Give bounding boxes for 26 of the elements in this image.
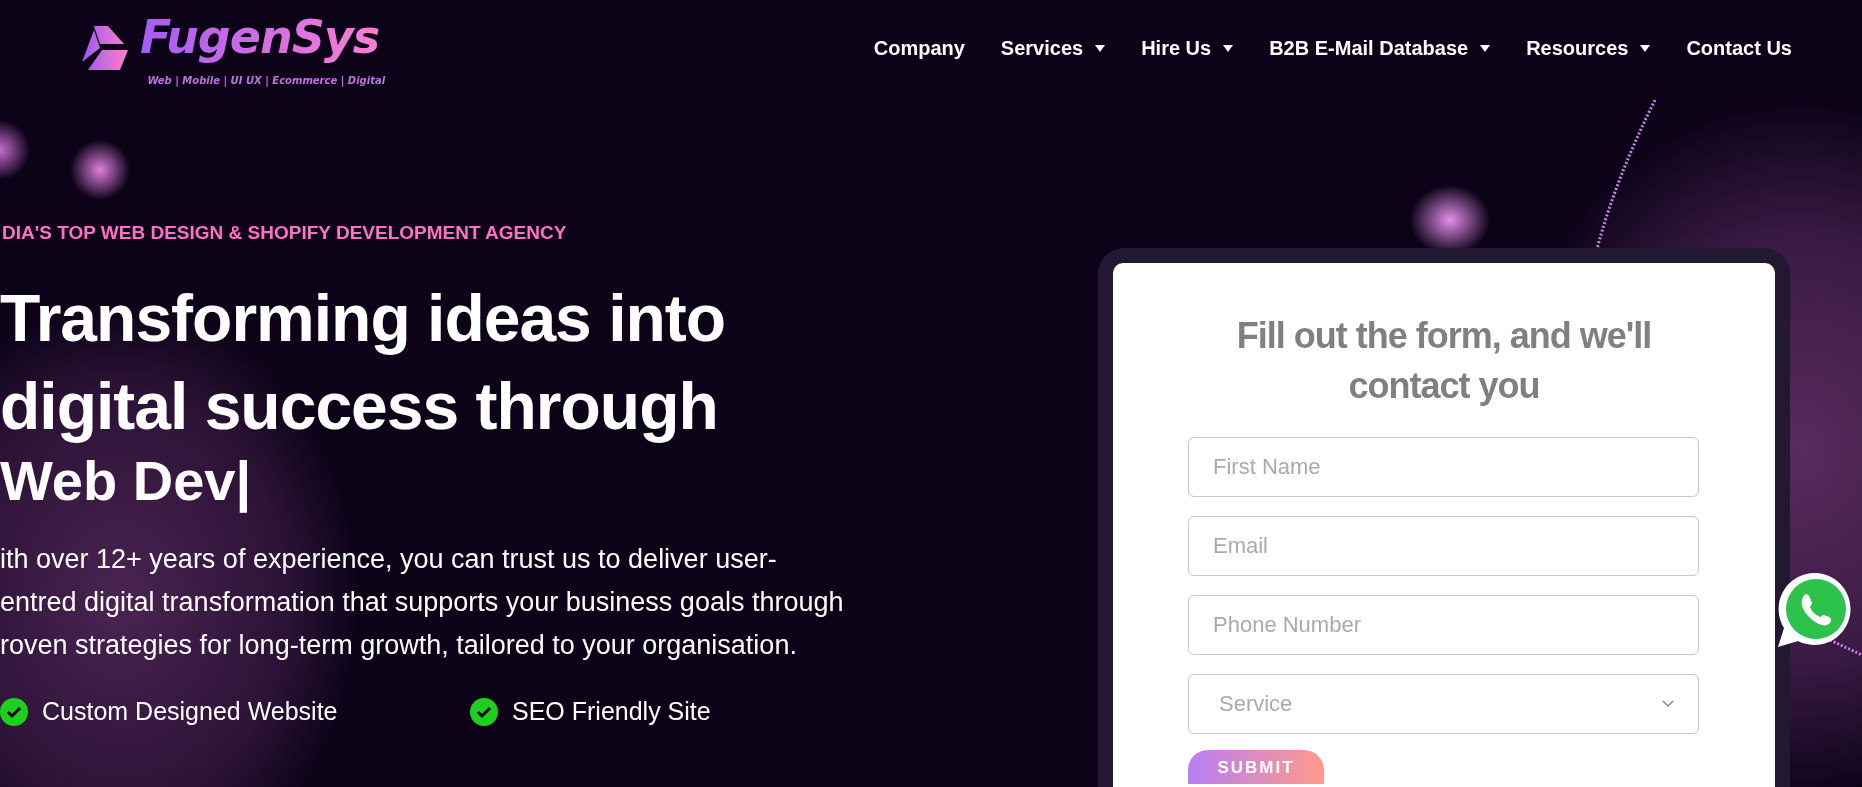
check-icon (470, 697, 498, 726)
caret-icon (1223, 44, 1234, 52)
dotted-arc-line (1829, 638, 1862, 657)
hero-description: ith over 12+ years of experience, you can trust us to deliver user- entred digital transformation that supports your business goals through roven strategies for long-term growth, tailored to your organisation. (0, 543, 845, 662)
nav-link[interactable]: Company (873, 36, 965, 60)
nav-link[interactable]: Services (1000, 36, 1106, 60)
caret-icon (1640, 44, 1651, 52)
eyebrow-text: DIA'S TOP WEB DESIGN & SHOPIFY DEVELOPMENT AGENCY (2, 222, 568, 244)
caret-icon (1095, 44, 1106, 52)
feature-label: Custom Designed Website (42, 697, 338, 726)
caret-icon (1480, 44, 1491, 52)
check-icon (0, 697, 28, 726)
logo-icon (80, 24, 130, 72)
input-field[interactable]: Phone Number (1188, 595, 1699, 655)
input-field[interactable]: First Name (1188, 437, 1699, 497)
hero-heading: Transforming ideas into digital success through (0, 280, 727, 445)
nav-link[interactable]: Resources (1526, 36, 1651, 60)
chevron-down-icon (1662, 700, 1674, 708)
nav-link[interactable]: Contact Us (1686, 36, 1792, 60)
nav-link[interactable]: Hire Us (1141, 36, 1234, 60)
feature-label: SEO Friendly Site (512, 697, 711, 726)
form-title: Fill out the form, and we'll contact you (1235, 314, 1653, 408)
nav-link[interactable]: B2B E-Mail Database (1269, 36, 1491, 60)
input-field[interactable]: Email (1188, 516, 1699, 576)
logo-tagline: Web | Mobile | UI UX | Ecommerce | Digital (146, 74, 386, 86)
typed-text: Web Dev| (0, 448, 253, 515)
